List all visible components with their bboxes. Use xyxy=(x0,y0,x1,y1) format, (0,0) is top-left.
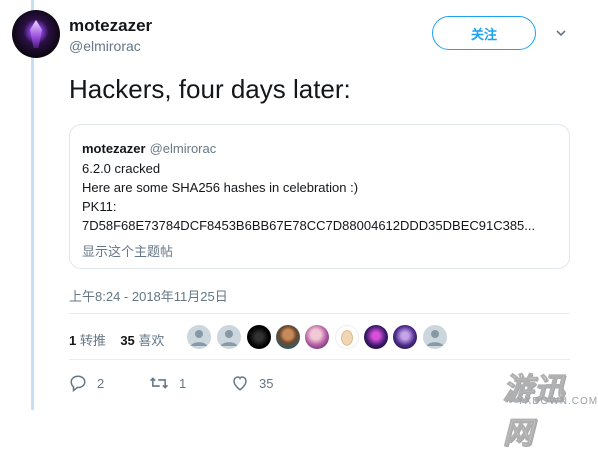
quote-header: motezazer @elmirorac xyxy=(82,141,216,156)
chevron-down-icon[interactable] xyxy=(556,28,566,38)
quote-display-name: motezazer xyxy=(82,141,146,156)
display-name[interactable]: motezazer xyxy=(69,16,152,36)
reply-icon xyxy=(70,375,86,392)
reply-count: 2 xyxy=(97,375,105,391)
divider xyxy=(69,359,570,360)
heart-icon xyxy=(233,376,247,391)
engagement-stats: 1 转推 35 喜欢 xyxy=(69,330,164,349)
liker-avatar[interactable] xyxy=(335,325,359,349)
retweets-count[interactable]: 1 xyxy=(69,333,76,348)
divider xyxy=(69,313,570,314)
liker-avatar[interactable] xyxy=(217,325,241,349)
retweet-icon xyxy=(149,377,169,389)
quote-handle: @elmirorac xyxy=(149,141,217,156)
retweet-button[interactable]: 1 xyxy=(149,374,186,392)
liker-avatar[interactable] xyxy=(247,325,271,349)
quote-line: PK11: xyxy=(82,199,117,214)
watermark: 游迅网 YXDOWN.COM xyxy=(503,364,598,451)
likes-count[interactable]: 35 xyxy=(120,333,134,348)
watermark-logo: 游迅网 xyxy=(503,373,565,451)
retweet-count: 1 xyxy=(179,375,187,391)
quoted-tweet-card[interactable]: motezazer @elmirorac 6.2.0 cracked Here a… xyxy=(69,124,570,269)
user-handle[interactable]: @elmirorac xyxy=(69,38,141,54)
default-profile-icon xyxy=(427,330,443,346)
default-profile-icon xyxy=(191,330,207,346)
likes-label[interactable]: 喜欢 xyxy=(138,333,164,348)
quote-line: 6.2.0 cracked xyxy=(82,161,161,176)
liker-avatar[interactable] xyxy=(393,325,417,349)
quote-line: 7D58F68E73784DCF8453B6BB67E78CC7D8800461… xyxy=(82,218,536,233)
reply-button[interactable]: 2 xyxy=(69,374,104,392)
crystal-icon xyxy=(30,20,42,48)
avatar[interactable] xyxy=(12,10,60,58)
egg-icon xyxy=(341,330,353,346)
liker-avatar[interactable] xyxy=(276,325,300,349)
like-count: 35 xyxy=(259,375,274,391)
tweet-text: Hackers, four days later: xyxy=(69,74,351,104)
show-thread-link[interactable]: 显示这个主题帖 xyxy=(82,241,173,260)
default-profile-icon xyxy=(221,330,237,346)
liker-avatar[interactable] xyxy=(364,325,388,349)
retweets-label[interactable]: 转推 xyxy=(80,333,106,348)
thread-rail xyxy=(0,0,34,410)
liker-avatar[interactable] xyxy=(187,325,211,349)
like-button[interactable]: 35 xyxy=(231,374,273,392)
liker-avatar[interactable] xyxy=(305,325,329,349)
follow-button[interactable]: 关注 xyxy=(432,16,536,50)
timestamp[interactable]: 上午8:24 - 2018年11月25日 xyxy=(69,286,228,305)
liker-avatar[interactable] xyxy=(423,325,447,349)
quote-line: Here are some SHA256 hashes in celebrati… xyxy=(82,180,359,195)
watermark-domain: YXDOWN.COM xyxy=(517,396,598,407)
